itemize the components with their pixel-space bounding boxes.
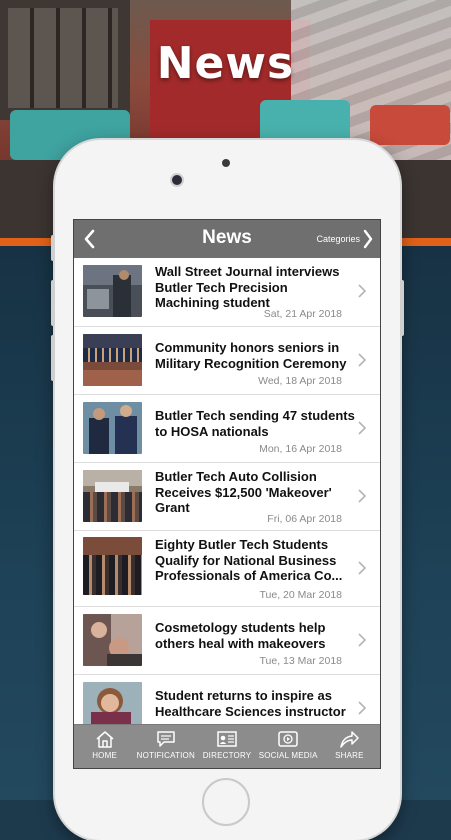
- chevron-right-icon: [358, 421, 367, 435]
- chevron-right-icon: [358, 633, 367, 647]
- news-thumbnail: [83, 402, 142, 454]
- tab-label: SHARE: [335, 751, 364, 760]
- hero-title: News: [156, 38, 295, 89]
- news-thumbnail: [83, 265, 142, 317]
- tab-directory[interactable]: DIRECTORY: [196, 725, 257, 768]
- news-date: Mon, 16 Apr 2018: [259, 443, 342, 455]
- phone-mute-switch: [51, 235, 55, 261]
- categories-label: Categories: [316, 234, 360, 244]
- chevron-right-icon: [363, 229, 373, 249]
- list-item[interactable]: Wall Street Journal interviews Butler Te…: [74, 258, 380, 327]
- news-thumbnail: [83, 470, 142, 522]
- news-thumbnail: [83, 682, 142, 724]
- chat-bubble-icon: [157, 731, 175, 747]
- news-title: Student returns to inspire as Healthcare…: [155, 688, 346, 719]
- chevron-right-icon: [358, 284, 367, 298]
- news-date: Wed, 18 Apr 2018: [258, 375, 342, 387]
- phone-volume-up: [51, 280, 55, 326]
- news-date: Sat, 21 Apr 2018: [263, 308, 342, 320]
- news-thumbnail: [83, 537, 142, 595]
- tab-home[interactable]: HOME: [74, 725, 135, 768]
- tab-label: SOCIAL MEDIA: [258, 751, 318, 760]
- back-button[interactable]: [80, 226, 100, 252]
- navbar: News Categories: [74, 220, 380, 258]
- chevron-right-icon: [358, 489, 367, 503]
- phone-home-button[interactable]: [202, 778, 250, 826]
- tab-notification[interactable]: NOTIFICATION: [135, 725, 196, 768]
- app-screen: News Categories Wall Street Journal inte…: [73, 219, 381, 769]
- news-list: Wall Street Journal interviews Butler Te…: [74, 258, 380, 724]
- news-title: Community honors seniors in Military Rec…: [155, 340, 347, 371]
- news-thumbnail: [83, 614, 142, 666]
- tab-label: DIRECTORY: [202, 751, 252, 760]
- news-title: Wall Street Journal interviews Butler Te…: [155, 264, 340, 310]
- news-date: Tue, 13 Mar 2018: [259, 655, 343, 667]
- news-title: Eighty Butler Tech Students Qualify for …: [155, 537, 343, 583]
- tab-bar: HOME NOTIFICATION DIRECTORY SOCIAL MEDIA…: [74, 724, 380, 768]
- chevron-right-icon: [358, 561, 367, 575]
- home-icon: [96, 731, 114, 748]
- phone-power-button: [400, 280, 404, 336]
- background-chair: [260, 100, 350, 145]
- phone-volume-down: [51, 335, 55, 381]
- list-item[interactable]: Community honors seniors in Military Rec…: [74, 327, 380, 395]
- list-item[interactable]: Student returns to inspire as Healthcare…: [74, 675, 380, 724]
- list-item[interactable]: Cosmetology students help others heal wi…: [74, 607, 380, 675]
- background-chair: [370, 105, 450, 145]
- tab-social-media[interactable]: SOCIAL MEDIA: [258, 725, 319, 768]
- video-play-icon: [278, 731, 298, 747]
- phone-sensor: [222, 159, 230, 167]
- chevron-right-icon: [358, 353, 367, 367]
- share-arrow-icon: [340, 731, 360, 748]
- chevron-right-icon: [358, 701, 367, 715]
- news-thumbnail: [83, 334, 142, 386]
- chevron-left-icon: [84, 229, 95, 249]
- news-title: Butler Tech Auto Collision Receives $12,…: [155, 469, 332, 515]
- news-date: Fri, 06 Apr 2018: [267, 513, 342, 525]
- categories-button[interactable]: Categories: [316, 226, 374, 252]
- tab-label: HOME: [92, 751, 117, 760]
- list-item[interactable]: Butler Tech sending 47 students to HOSA …: [74, 395, 380, 463]
- list-item[interactable]: Butler Tech Auto Collision Receives $12,…: [74, 463, 380, 531]
- phone-camera: [172, 175, 182, 185]
- tab-share[interactable]: SHARE: [319, 725, 380, 768]
- news-date: Tue, 20 Mar 2018: [259, 589, 343, 601]
- news-title: Cosmetology students help others heal wi…: [155, 620, 326, 651]
- phone-frame: News Categories Wall Street Journal inte…: [51, 140, 404, 840]
- news-title: Butler Tech sending 47 students to HOSA …: [155, 408, 355, 439]
- contact-card-icon: [217, 731, 237, 747]
- tab-label: NOTIFICATION: [136, 751, 195, 760]
- list-item[interactable]: Eighty Butler Tech Students Qualify for …: [74, 531, 380, 607]
